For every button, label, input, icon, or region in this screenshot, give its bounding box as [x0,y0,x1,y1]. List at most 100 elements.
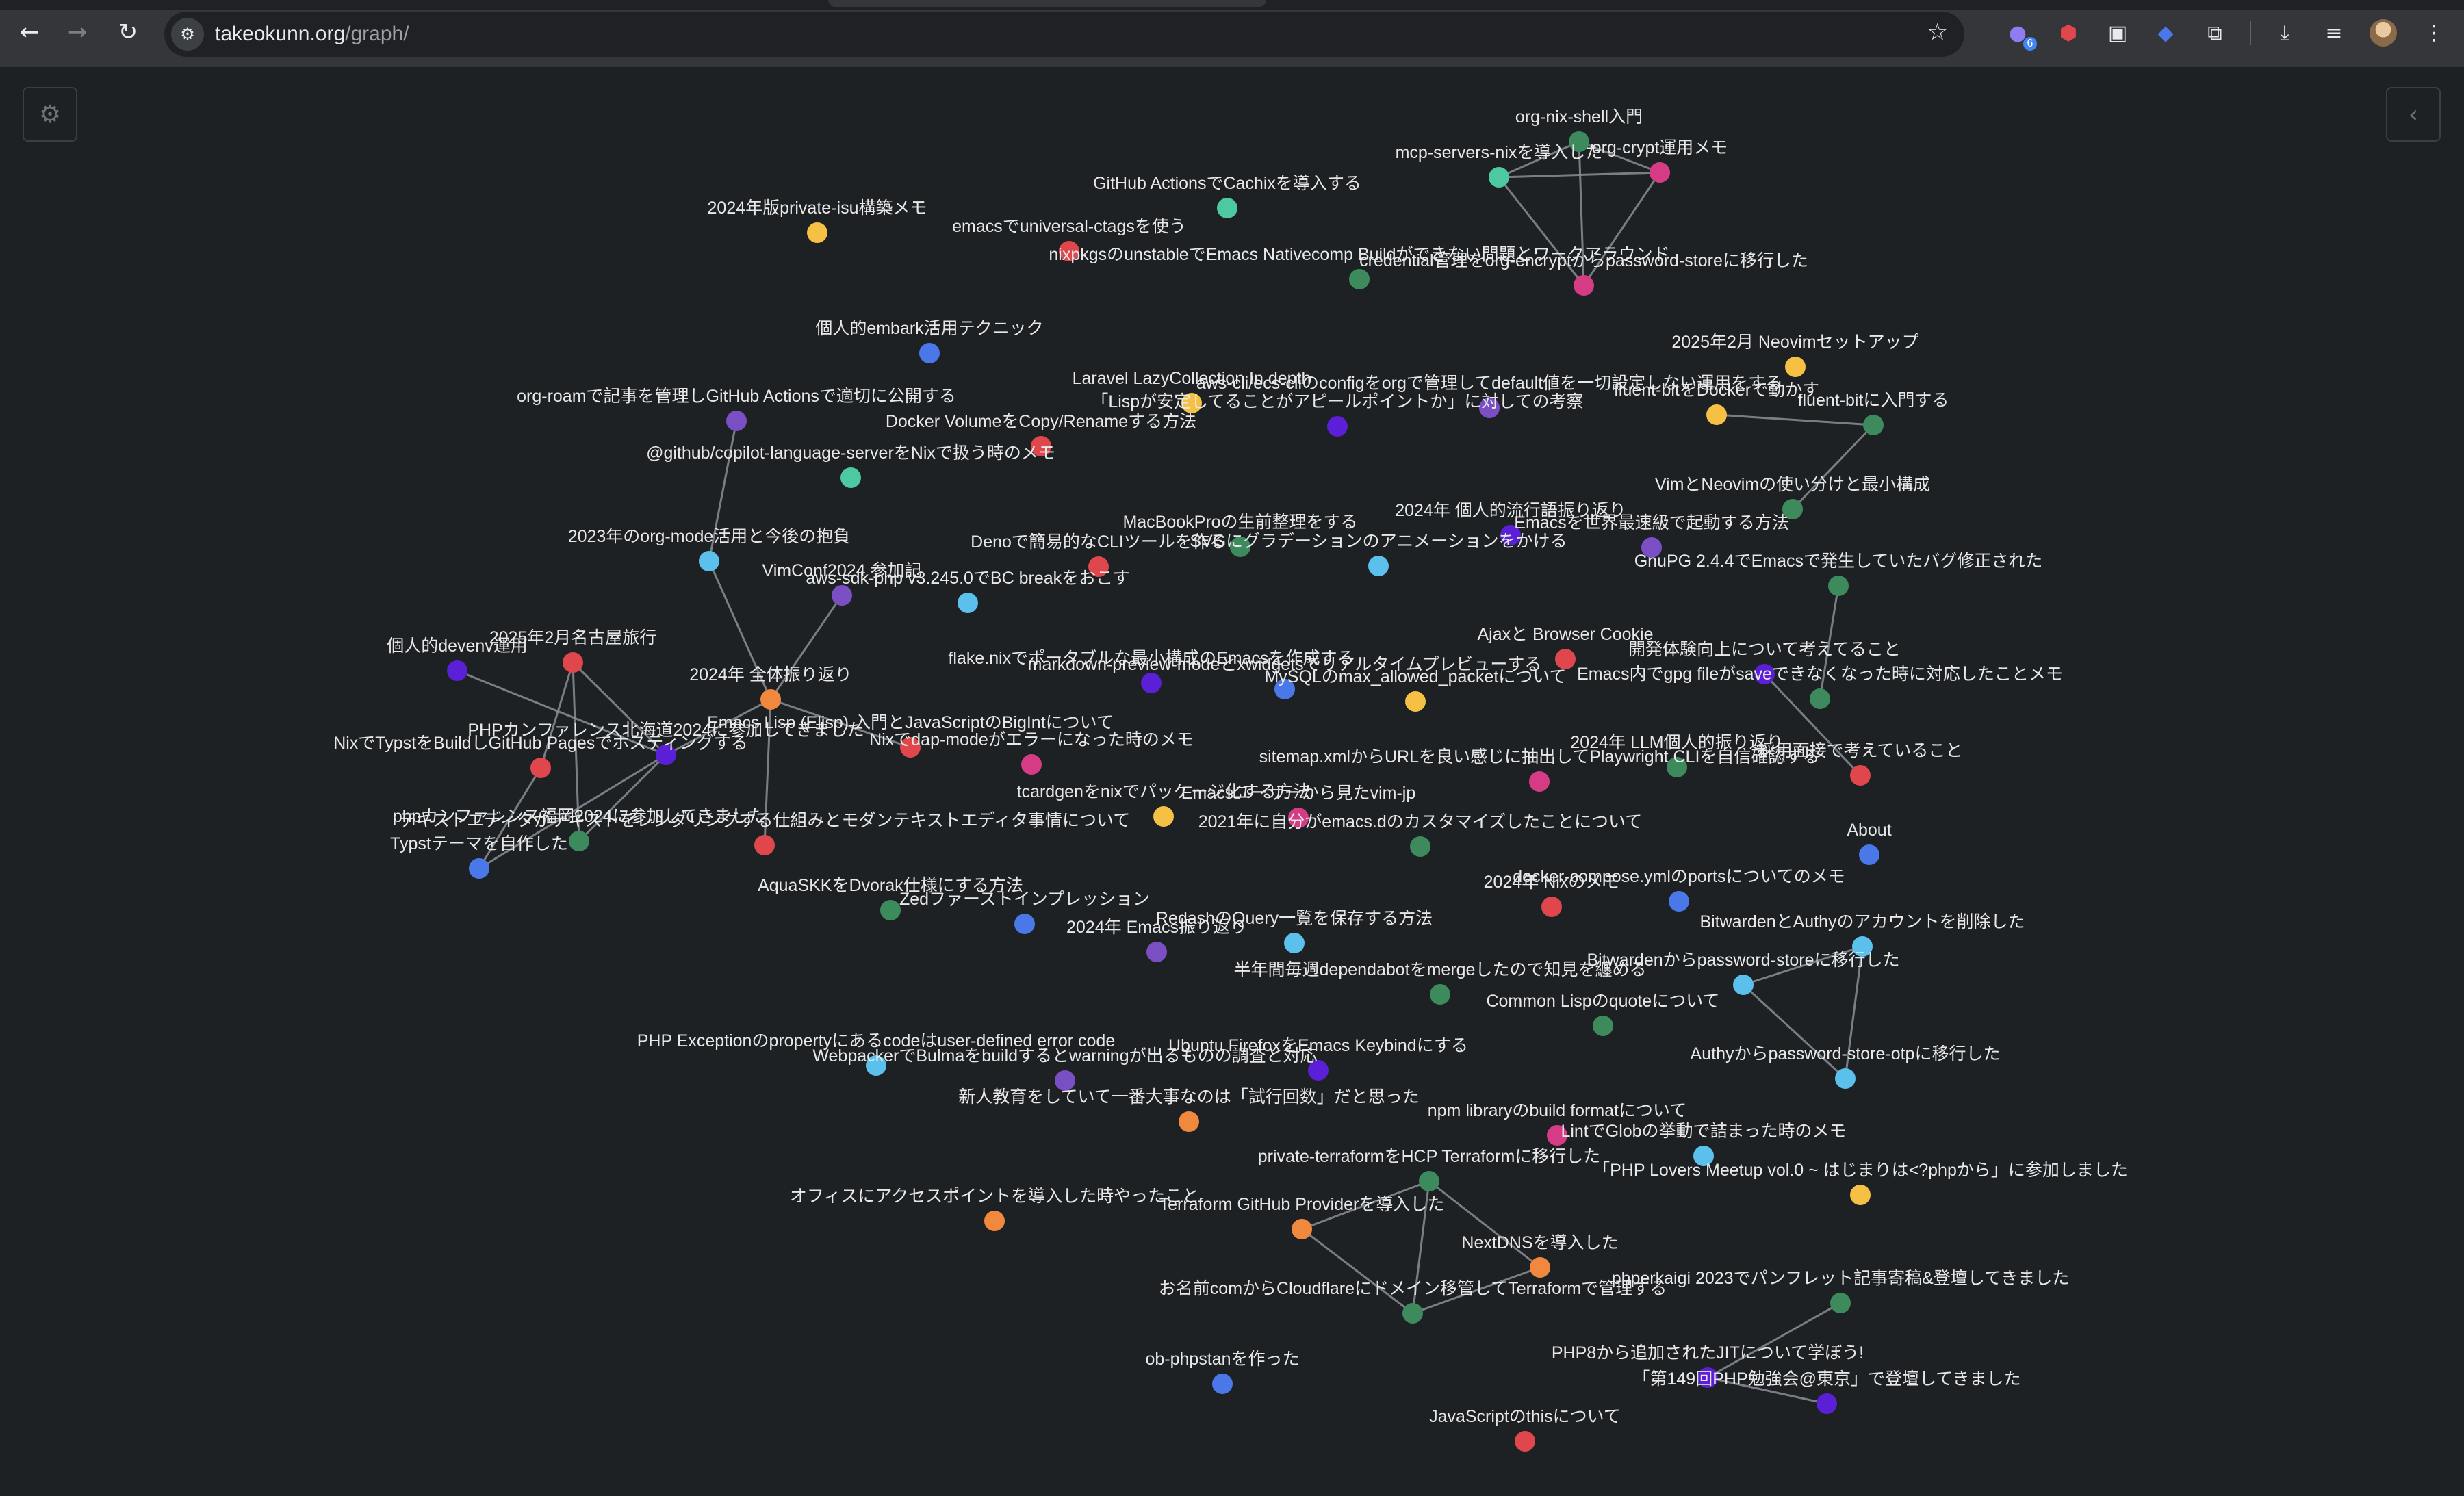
graph-node-label[interactable]: org-crypt運用メモ [1592,138,1728,157]
graph-node-dot[interactable] [1706,404,1727,425]
graph-node-dot[interactable] [840,467,861,488]
graph-node-dot[interactable] [699,551,719,571]
graph-node-label[interactable]: Emacs内でgpg fileがsaveできなくなった時に対応したことメモ [1577,665,2063,684]
graph-node-label[interactable]: NextDNSを導入した [1461,1233,1618,1252]
graph-node[interactable]: JavaScriptのthisについて [1429,1407,1621,1452]
graph-node[interactable]: WebpackerでBulmaをbuildするとwarningが出るものの調査と… [812,1046,1318,1091]
graph-node-dot[interactable] [1327,416,1348,437]
graph-node-label[interactable]: BitwardenとAuthyのアカウントを削除した [1699,912,2025,931]
graph-node-label[interactable]: @github/copilot-language-serverをNixで扱う時の… [646,443,1055,463]
graph-node[interactable]: MySQLのmax_allowed_packetについて [1264,667,1567,712]
graph-node-label[interactable]: Typstテーマを自作した [390,834,568,853]
graph-node-label[interactable]: NixでTypstをBuildしGitHub Pagesでホスティングする [333,734,748,753]
graph-node[interactable]: Terraform GitHub Providerを導入した [1159,1195,1445,1239]
graph-node[interactable]: オフィスにアクセスポイントを導入した時やったこと [790,1187,1199,1231]
graph-node-dot[interactable] [1410,836,1430,857]
graph-node-label[interactable]: phpカンファレンス福岡2024に参加してきました [393,807,766,826]
graph-node-label[interactable]: WebpackerでBulmaをbuildするとwarningが出るものの調査と… [812,1046,1317,1066]
graph-node-dot[interactable] [1489,167,1509,188]
graph-node-dot[interactable] [1593,1016,1613,1036]
graph-node[interactable]: 「第149回PHP勉強会@東京」で登壇してきました [1633,1369,2021,1414]
graph-node-dot[interactable] [1859,844,1879,865]
graph-node[interactable]: 「PHP Lovers Meetup vol.0 ~ はじまりは<?phpから」… [1593,1161,2128,1205]
graph-node-dot[interactable] [1146,942,1167,962]
graph-node-dot[interactable] [880,900,901,920]
graph-node-label[interactable]: 半年間毎週dependabotをmergeしたので知見を纏める [1234,960,1647,979]
graph-node-label[interactable]: 開発体験向上について考えてること [1628,640,1901,659]
graph-node[interactable]: org-crypt運用メモ [1592,138,1728,183]
graph-node[interactable]: Common Lispのquoteについて [1486,992,1720,1036]
graph-node-dot[interactable] [1292,1219,1312,1239]
graph-node[interactable]: aws-sdk-php v3.245.0でBC breakをおこす [806,569,1130,613]
graph-node[interactable]: 2024年 Emacs振り返り [1066,918,1247,962]
graph-node-dot[interactable] [1574,275,1594,296]
graph-node-label[interactable]: phperkaigi 2023でパンフレット記事寄稿&登壇してきました [1612,1269,2070,1288]
graph-node-label[interactable]: LintでGlobの挙動で詰まった時のメモ [1561,1122,1846,1141]
graph-node-dot[interactable] [1515,1431,1535,1452]
graph-node-label[interactable]: Common Lispのquoteについて [1486,992,1719,1011]
graph-node-label[interactable]: 個人的embark活用テクニック [815,319,1043,338]
graph-node-dot[interactable] [984,1211,1005,1231]
graph-node-label[interactable]: Emacsユーザーから見たvim-jp [1181,784,1416,803]
graph-node[interactable]: 個人的devenv運用 [387,636,528,681]
graph-node-dot[interactable] [1212,1374,1233,1394]
graph-node-dot[interactable] [1021,754,1042,775]
graph-node[interactable]: @github/copilot-language-serverをNixで扱う時の… [646,443,1055,488]
graph-node-dot[interactable] [754,835,775,855]
graph-node-label[interactable]: Docker VolumeをCopy/Renameする方法 [886,412,1196,431]
graph-node-dot[interactable] [726,411,747,431]
graph-node-dot[interactable] [569,831,589,851]
graph-node[interactable]: ob-phpstanを作った [1145,1350,1300,1394]
graph-node-label[interactable]: 新人教育をしていて一番大事なのは「試行回数」だと思った [958,1087,1420,1107]
graph-node[interactable]: phperkaigi 2023でパンフレット記事寄稿&登壇してきました [1612,1269,2070,1313]
graph-node-dot[interactable] [1863,415,1884,435]
graph-node[interactable]: GnuPG 2.4.4でEmacsで発生していたバグ修正された [1634,552,2043,596]
graph-node-dot[interactable] [1014,914,1035,934]
graph-node-label[interactable]: PHP8から追加されたJITについて学ぼう! [1552,1343,1864,1363]
graph-node-label[interactable]: 2024年 Emacs振り返り [1066,918,1247,937]
graph-node-label[interactable]: About [1847,821,1891,840]
graph-node[interactable]: 2021年に自分がemacs.dのカスタマイズしたことについて [1198,812,1643,857]
graph-node[interactable]: NixでTypstをBuildしGitHub Pagesでホスティングする [333,734,748,778]
graph-node[interactable]: 新人教育をしていて一番大事なのは「試行回数」だと思った [958,1087,1420,1132]
graph-node-dot[interactable] [760,689,781,710]
graph-node[interactable]: LintでGlobの挙動で詰まった時のメモ [1561,1122,1847,1166]
graph-node[interactable]: 2024年版private-isu構築メモ [708,198,927,243]
graph-node-label[interactable]: 2024年 全体振り返り [689,665,852,684]
graph-node-label[interactable]: Zedファーストインプレッション [899,890,1150,909]
graph-node-label[interactable]: 「Lispが安定してることがアピールポイントか」に対しての考察 [1091,392,1583,411]
graph-node-dot[interactable] [469,858,489,879]
graph-node-label[interactable]: aws-sdk-php v3.245.0でBC breakをおこす [806,569,1129,588]
graph-node-dot[interactable] [1817,1393,1837,1414]
graph-node-label[interactable]: credential管理をorg-encryptからpassword-store… [1359,251,1808,270]
graph-node[interactable]: private-terraformをHCP Terraformに移行した [1258,1147,1601,1191]
graph-node-dot[interactable] [832,585,852,606]
graph-node-label[interactable]: sitemap.xmlからURLを良い感じに抽出してPlaywright CLI… [1259,747,1820,766]
graph-node-label[interactable]: Nixでdap-modeがエラーになった時のメモ [869,730,1194,749]
graph-node[interactable]: お名前comからCloudflareにドメイン移管してTerraformで管理す… [1159,1279,1667,1324]
graph-node[interactable]: 個人的embark活用テクニック [815,319,1044,363]
graph-node[interactable]: GitHub ActionsでCachixを導入する [1093,174,1361,218]
graph-node-dot[interactable] [1850,765,1871,786]
graph-node-dot[interactable] [1141,673,1162,693]
graph-node-label[interactable]: JavaScriptのthisについて [1429,1407,1621,1426]
graph-node-dot[interactable] [1284,933,1305,953]
graph-node[interactable]: fluent-bitに入門する [1798,391,1949,435]
graph-node-dot[interactable] [1179,1111,1199,1132]
graph-node-label[interactable]: 2023年のorg-mode活用と今後の抱負 [568,527,851,546]
graph-node-dot[interactable] [1669,891,1689,912]
graph-node-label[interactable]: 「PHP Lovers Meetup vol.0 ~ はじまりは<?phpから」… [1593,1161,2128,1180]
graph-node-dot[interactable] [1430,984,1450,1005]
graph-node-label[interactable]: Authyからpassword-store-otpに移行した [1691,1044,2001,1063]
graph-node-label[interactable]: MacBookProの生前整理をする [1122,513,1357,532]
graph-node[interactable]: 2025年2月 Neovimセットアップ [1671,333,1919,377]
graph-node[interactable]: 2024年 Nixのメモ [1484,873,1620,917]
graph-node-dot[interactable] [1368,556,1389,576]
graph-node-label[interactable]: fluent-bitをDockerで動かす [1614,381,1819,400]
graph-node-label[interactable]: SVGにグラデーションのアニメーションをかける [1190,532,1567,551]
graph-node-dot[interactable] [1541,897,1562,917]
graph-node[interactable]: About [1847,821,1892,865]
graph-node-dot[interactable] [919,343,940,363]
graph-node-label[interactable]: オフィスにアクセスポイントを導入した時やったこと [790,1187,1199,1206]
graph-node-label[interactable]: Emacsを世界最速級で起動する方法 [1514,513,1788,532]
